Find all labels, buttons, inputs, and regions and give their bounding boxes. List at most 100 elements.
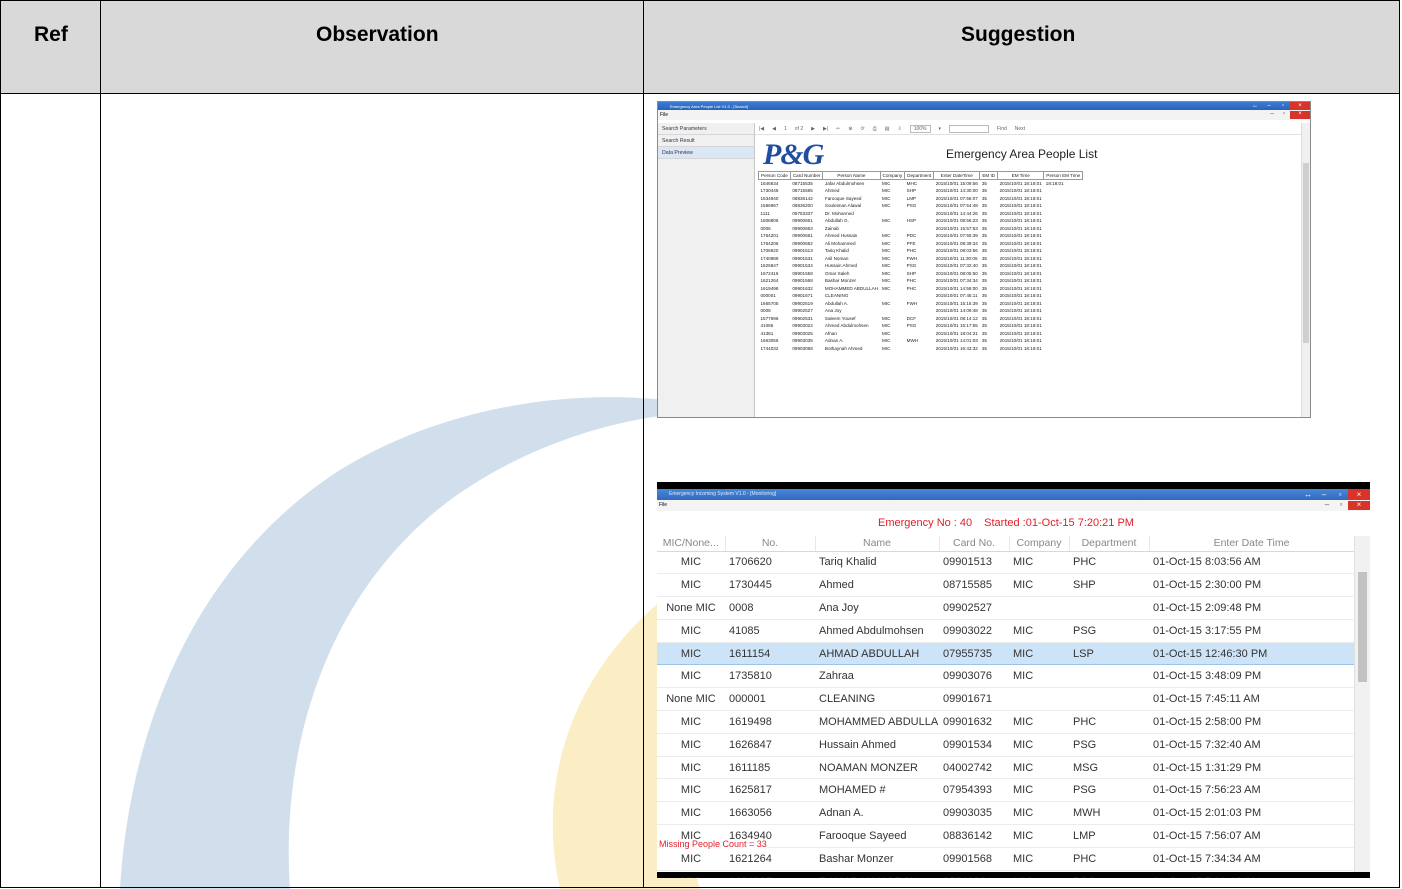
maximize-icon[interactable]: ▫	[1276, 102, 1290, 110]
report-column-header: Department	[904, 171, 935, 180]
monitoring-cell: MIC	[1009, 710, 1069, 734]
child-close-icon[interactable]: ×	[1290, 111, 1310, 119]
report-cell	[1044, 195, 1083, 203]
monitoring-row[interactable]: MIC 1626847 Hussain Ahmed 09901534 MIC PSG 01-…	[657, 733, 1354, 757]
monitoring-column-header[interactable]: MIC/None...	[657, 536, 726, 552]
report-cell: Farooque Sayeed	[824, 195, 862, 201]
close-icon[interactable]: ×	[1348, 489, 1370, 500]
monitoring-row[interactable]: MIC 1611154 AHMAD ABDULLAH 07955735 MIC LSP 01…	[657, 641, 1354, 666]
monitoring-scroll-thumb[interactable]	[1358, 572, 1367, 682]
report-scrollbar[interactable]	[1301, 123, 1310, 417]
child-close-icon[interactable]: ×	[1348, 501, 1370, 510]
report-cell: Ahmed Abdulmohsen	[824, 323, 869, 329]
monitoring-row[interactable]: MIC 1619498 MOHAMMED ABDULLAH 09901632 MIC PH…	[657, 710, 1354, 734]
refresh-icon[interactable]: ⟳	[861, 123, 865, 134]
monitoring-cell: 01-Oct-15 3:17:55 PM	[1149, 619, 1354, 643]
report-cell: MIC	[882, 203, 891, 209]
report-cell: PHC	[906, 248, 917, 254]
prev-page-icon[interactable]: ◀	[772, 123, 776, 134]
sidebar-item-search-parameters[interactable]: Search Parameters	[658, 123, 754, 135]
report-cell: 0006	[760, 225, 771, 231]
monitoring-column-header[interactable]: Company	[1009, 536, 1070, 552]
report-cell: 09901632	[792, 285, 813, 291]
report-cell: SHP	[906, 188, 917, 194]
find-link[interactable]: Find	[997, 123, 1007, 134]
report-cell	[1044, 255, 1083, 263]
sidebar-item-data-preview[interactable]: Data Preview	[658, 147, 754, 159]
monitoring-row[interactable]: MIC 1663056 Adnan A. 09903035 MIC MWH 01-Oct-1…	[657, 801, 1354, 826]
report-cell	[905, 330, 934, 338]
page-number[interactable]: 1	[784, 123, 787, 134]
zoom-select[interactable]: 100%	[909, 125, 931, 133]
report-cell: MIC	[882, 255, 891, 261]
last-page-icon[interactable]: ▶|	[823, 123, 828, 134]
report-cell: PSG	[906, 263, 917, 269]
monitoring-cell: 01-Oct-15 2:58:00 PM	[1149, 710, 1354, 734]
monitoring-row[interactable]: MIC1621297RAMADAN MORSY05549861MICPSG01-…	[657, 870, 1354, 878]
child-maximize-icon[interactable]: ▫	[1278, 111, 1290, 119]
column-divider-1	[100, 0, 101, 888]
monitoring-row[interactable]: MIC 1611185 NOAMAN MONZER 04002742 MIC MSG 01-…	[657, 756, 1354, 780]
report-cell: MIC	[882, 218, 891, 224]
report-scroll-thumb[interactable]	[1303, 163, 1309, 343]
restore-icon[interactable]: ↔	[1300, 489, 1316, 500]
export-icon[interactable]: ⇩	[898, 123, 902, 134]
report-cell: Tariq Khalid	[824, 248, 849, 254]
monitoring-cell: LSP	[1069, 641, 1149, 666]
report-cell: 2015/10/01 08:39:34	[935, 240, 978, 246]
back-icon[interactable]: ⇐	[836, 123, 840, 134]
report-cell	[1044, 202, 1083, 210]
monitoring-column-header[interactable]: Department	[1069, 536, 1150, 552]
monitoring-row[interactable]: None MIC 0008 Ana Joy 09902527 01-Oct-15 2:0…	[657, 596, 1354, 620]
find-input[interactable]	[949, 125, 990, 133]
next-page-icon[interactable]: ▶	[811, 123, 815, 134]
monitoring-cell: MIC	[1009, 801, 1069, 826]
child-minimize-icon[interactable]: –	[1266, 111, 1278, 119]
monitoring-row[interactable]: MIC 1706620 Tariq Khalid 09901513 MIC PHC 01-O…	[657, 551, 1354, 575]
sidebar-item-search-result[interactable]: Search Result	[658, 135, 754, 147]
minimize-icon[interactable]: –	[1262, 102, 1276, 110]
maximize-icon[interactable]: ▫	[1332, 489, 1348, 500]
monitoring-column-header[interactable]: No.	[725, 536, 816, 552]
next-link[interactable]: Next	[1015, 123, 1025, 134]
report-cell: 35	[981, 225, 987, 231]
monitoring-row[interactable]: MIC 1625817 MOHAMED #07954393 MIC PSG 01-Oct-…	[657, 778, 1354, 803]
zoom-dropdown-icon[interactable]: ▾	[939, 123, 942, 134]
report-cell	[1044, 210, 1083, 218]
report-cell: 35	[981, 270, 987, 276]
menu-file[interactable]: File	[660, 112, 668, 118]
monitoring-column-header[interactable]: Card No.	[939, 536, 1010, 552]
monitoring-row[interactable]: MIC 1730445 Ahmed 08715585 MIC SHP 01-Oct-15 2…	[657, 573, 1354, 598]
restore-icon[interactable]: ↔	[1248, 102, 1262, 110]
monitoring-scrollbar[interactable]	[1354, 536, 1370, 872]
menu-file[interactable]: File	[659, 502, 667, 508]
report-row: 0008 09902527 Ana Joy 2015/10/01 14:09:48 35…	[759, 307, 1083, 315]
monitoring-body: File – ▫ × Emergency No : 40 Started :01-…	[657, 500, 1370, 878]
print-icon[interactable]: ⎙	[873, 123, 877, 134]
monitoring-row[interactable]: MIC 1735810 Zahraa 09903076 MIC 01-Oct-15 3:4…	[657, 664, 1354, 689]
report-window-titlebar: Emergency Area People List V1.0 - [Searc…	[658, 102, 1310, 110]
close-icon[interactable]: ×	[1290, 102, 1310, 110]
report-row: 1577696 09902531 Saleem Yousef MIC DCF 2015/1…	[759, 315, 1083, 323]
minimize-icon[interactable]: –	[1316, 489, 1332, 500]
stop-icon[interactable]: ⊗	[848, 123, 852, 134]
monitoring-column-header[interactable]: Enter Date Time	[1149, 536, 1355, 552]
report-cell: 35	[981, 285, 987, 291]
report-cell: 2015/10/01 18:18:01	[999, 300, 1042, 306]
report-cell: 2015/10/01 18:18:01	[999, 345, 1042, 351]
monitoring-cell: MIC	[657, 756, 725, 780]
monitoring-row[interactable]: MIC 41085 Ahmed Abdulmohsen 09903022 MIC PSG 0…	[657, 619, 1354, 643]
monitoring-column-header[interactable]: Name	[815, 536, 940, 552]
monitoring-row[interactable]: None MIC 000001 CLEANING 09901671 01-Oct-15 …	[657, 687, 1354, 712]
child-maximize-icon[interactable]: ▫	[1334, 501, 1348, 510]
monitoring-cell: Farooque Sayeed	[815, 824, 939, 848]
report-cell: 35	[981, 218, 987, 224]
report-row: 1740989 09901531 Asil Noman MIC FWH 2015/10/0…	[759, 255, 1083, 263]
monitoring-cell: None MIC	[657, 687, 725, 712]
report-cell: 35	[981, 293, 987, 299]
page-setup-icon[interactable]: ▤	[885, 123, 890, 134]
first-page-icon[interactable]: |◀	[759, 123, 764, 134]
monitoring-row[interactable]: MIC 1621264 Bashar Monzer 09901568 MIC PHC 01-…	[657, 847, 1354, 871]
child-minimize-icon[interactable]: –	[1320, 501, 1334, 510]
report-cell: PSG	[906, 203, 917, 209]
